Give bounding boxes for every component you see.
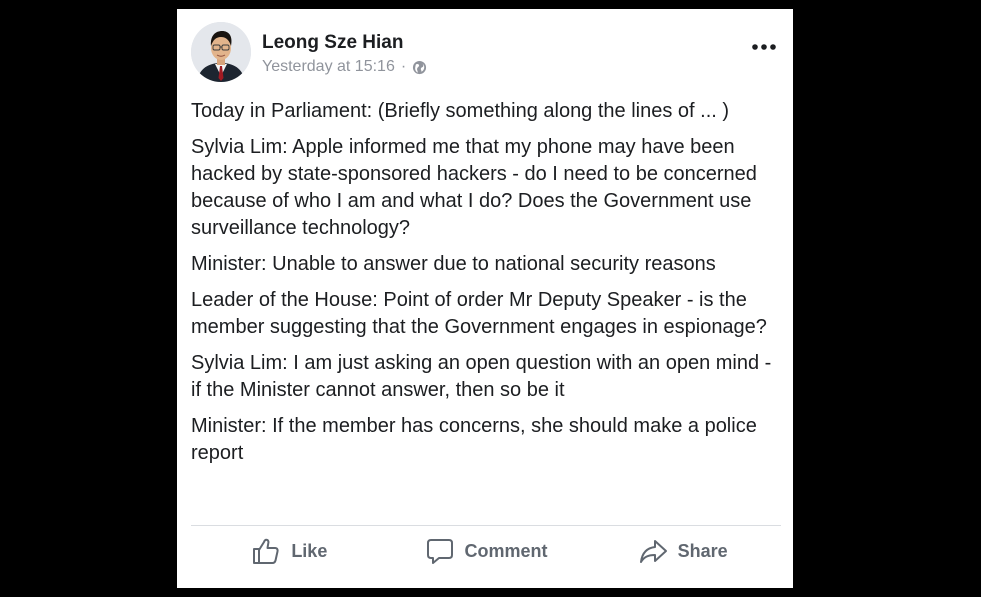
post-paragraph: Sylvia Lim: I am just asking an open que… xyxy=(191,352,772,401)
thumbs-up-icon xyxy=(251,536,281,566)
post-timestamp[interactable]: Yesterday at 15:16 xyxy=(262,57,395,77)
avatar[interactable] xyxy=(191,22,251,82)
post-text: Today in Parliament: (Briefly something … xyxy=(191,98,783,476)
globe-icon[interactable] xyxy=(412,60,427,75)
share-icon xyxy=(638,536,668,566)
post-paragraph: Today in Parliament: (Briefly something … xyxy=(191,100,730,122)
post-card: Leong Sze Hian Yesterday at 15:16 · Toda… xyxy=(177,9,793,588)
profile-photo xyxy=(191,22,251,82)
more-options-button[interactable] xyxy=(747,35,781,59)
post-paragraph: Minister: If the member has concerns, sh… xyxy=(191,415,757,464)
comment-button[interactable]: Comment xyxy=(388,531,585,571)
author-name[interactable]: Leong Sze Hian xyxy=(262,31,403,55)
meta-separator: · xyxy=(400,58,407,75)
post-meta: Yesterday at 15:16 · xyxy=(262,57,427,77)
share-button[interactable]: Share xyxy=(584,531,781,571)
comment-label: Comment xyxy=(464,540,548,561)
like-button[interactable]: Like xyxy=(191,531,388,571)
post-paragraph: Minister: Unable to answer due to nation… xyxy=(191,253,716,275)
like-label: Like xyxy=(291,540,328,561)
share-label: Share xyxy=(677,540,728,561)
comment-icon xyxy=(425,536,455,566)
post-actions: Like Comment Share xyxy=(191,531,781,571)
post-paragraph: Sylvia Lim: Apple informed me that my ph… xyxy=(191,136,757,239)
more-horizontal-icon xyxy=(752,44,776,50)
actions-divider xyxy=(191,525,781,526)
post-paragraph: Leader of the House: Point of order Mr D… xyxy=(191,289,767,338)
